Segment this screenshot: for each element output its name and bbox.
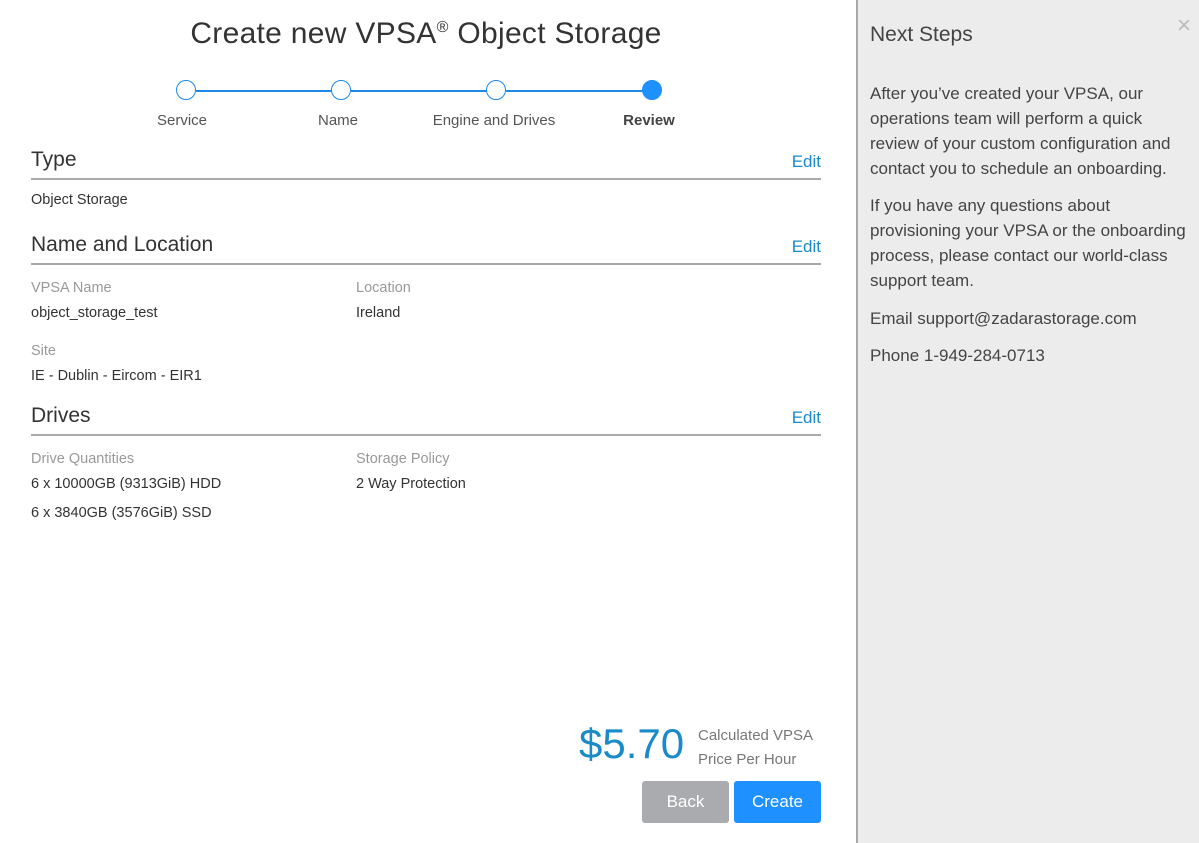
name-location-edit-link[interactable]: Edit (792, 237, 821, 257)
sidebar-paragraph: If you have any questions about provisio… (870, 196, 1186, 290)
step-engine-drives-label[interactable]: Engine and Drives (414, 112, 574, 129)
drives-section-title: Drives (31, 404, 91, 427)
close-icon[interactable]: × (1177, 14, 1191, 38)
step-name-label[interactable]: Name (258, 112, 418, 129)
stepper-connector (506, 90, 643, 92)
page-title: Create new VPSA® Object Storage (190, 17, 662, 50)
step-engine-drives-dot[interactable] (486, 80, 506, 100)
sidebar-title: Next Steps (870, 23, 973, 46)
price-value: $5.70 (579, 720, 685, 767)
step-review-dot (642, 80, 662, 100)
drive-quantity-item: 6 x 10000GB (9313GiB) HDD (31, 476, 222, 492)
storage-policy-label: Storage Policy (356, 451, 450, 467)
site-label: Site (31, 343, 56, 359)
support-email[interactable]: Email support@zadarastorage.com (870, 306, 1195, 331)
type-section-header: Type Edit (31, 148, 821, 180)
step-review-label: Review (623, 112, 675, 129)
location-value: Ireland (356, 305, 401, 321)
site-value: IE - Dublin - Eircom - EIR1 (31, 368, 202, 384)
location-label: Location (356, 280, 411, 296)
name-location-section-header: Name and Location Edit (31, 233, 821, 265)
next-steps-sidebar: Next Steps × After you’ve created your V… (856, 0, 1199, 843)
type-value: Object Storage (31, 192, 128, 208)
step-name-dot[interactable] (331, 80, 351, 100)
wizard-panel: Create new VPSA® Object Storage Service … (0, 0, 856, 843)
type-section-title: Type (31, 148, 77, 171)
vpsa-name-label: VPSA Name (31, 280, 112, 296)
type-edit-link[interactable]: Edit (792, 152, 821, 172)
drives-edit-link[interactable]: Edit (792, 408, 821, 428)
vpsa-name-value: object_storage_test (31, 305, 158, 321)
stepper-connector (351, 90, 488, 92)
step-service-label[interactable]: Service (102, 112, 262, 129)
drive-quantity-item: 6 x 3840GB (3576GiB) SSD (31, 505, 212, 521)
drives-section-header: Drives Edit (31, 404, 821, 436)
stepper-connector (196, 90, 333, 92)
price-note-line: Calculated VPSA (698, 727, 814, 744)
create-button[interactable]: Create (734, 781, 821, 823)
name-location-section-title: Name and Location (31, 233, 214, 256)
support-phone: Phone 1-949-284-0713 (870, 346, 1045, 365)
step-service-dot[interactable] (176, 80, 196, 100)
price-note: Calculated VPSA Price Per Hour (698, 724, 828, 772)
back-button[interactable]: Back (642, 781, 729, 823)
sidebar-paragraph: After you’ve created your VPSA, our oper… (870, 84, 1171, 178)
drive-quantities-label: Drive Quantities (31, 451, 135, 467)
price-note-line: Price Per Hour (698, 751, 797, 768)
storage-policy-value: 2 Way Protection (356, 476, 466, 492)
